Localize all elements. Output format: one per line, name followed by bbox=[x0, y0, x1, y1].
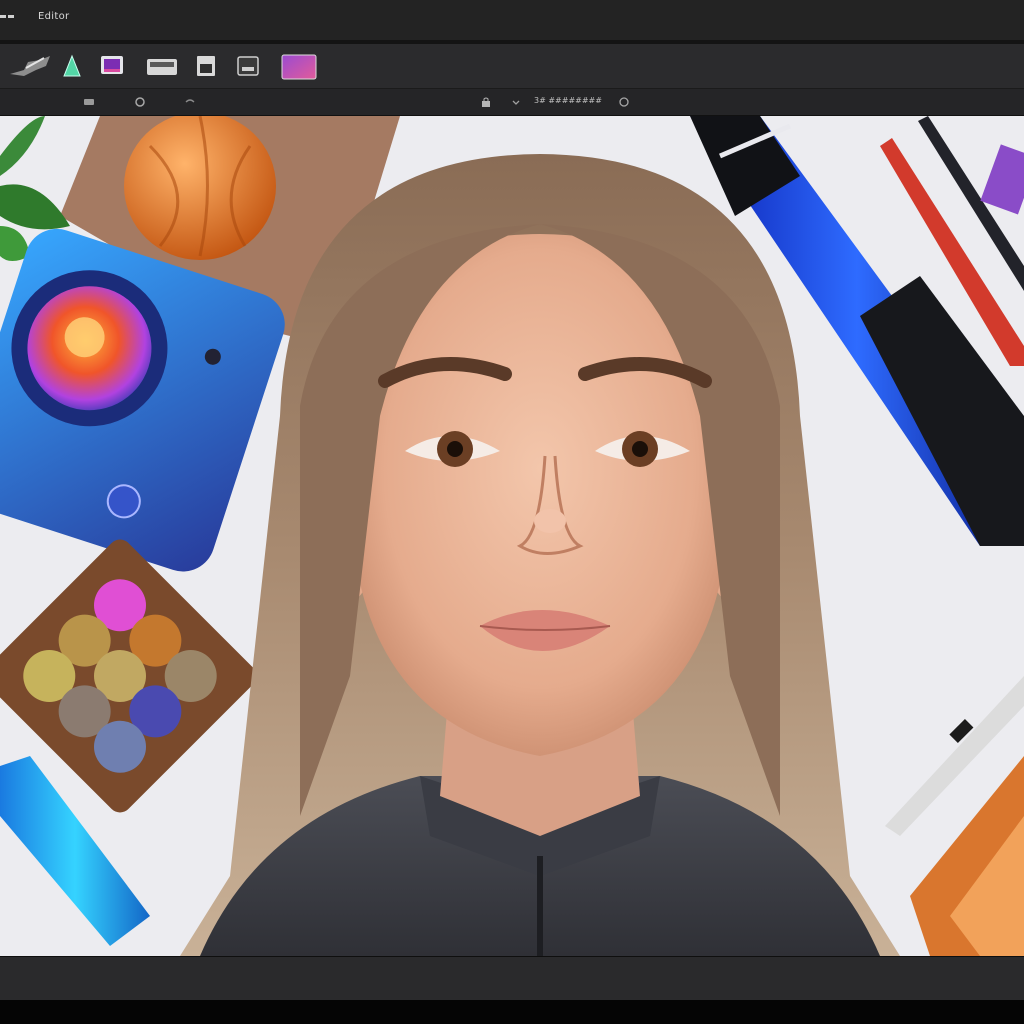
info-icon[interactable] bbox=[618, 96, 630, 108]
bottom-bezel bbox=[0, 1000, 1024, 1024]
orange-fruit bbox=[124, 116, 276, 260]
options-bar: 3# ######## bbox=[0, 89, 1024, 116]
grid-icon[interactable] bbox=[83, 96, 95, 108]
title-bar: Editor bbox=[0, 0, 1024, 40]
undo-icon[interactable] bbox=[184, 96, 196, 108]
brush-tool-icon bbox=[10, 56, 50, 76]
shape-tool-icon bbox=[63, 54, 81, 77]
window-title: Editor bbox=[38, 11, 70, 22]
document-tool-button[interactable] bbox=[190, 50, 222, 82]
zoom-level[interactable]: 3# ######## bbox=[534, 96, 602, 105]
window-controls-icon[interactable] bbox=[0, 12, 18, 22]
gallery-tool-button[interactable] bbox=[280, 50, 318, 82]
canvas-area[interactable] bbox=[0, 116, 1024, 956]
image-tool-button[interactable] bbox=[96, 50, 128, 82]
chevron-down-icon[interactable] bbox=[510, 96, 522, 108]
brush-tool-button[interactable] bbox=[6, 50, 54, 82]
image-tool-icon bbox=[101, 56, 123, 74]
settings-icon[interactable] bbox=[134, 96, 146, 108]
layer-tool-icon bbox=[147, 59, 177, 75]
export-tool-icon bbox=[237, 56, 259, 76]
document-tool-icon bbox=[197, 56, 215, 76]
lock-icon[interactable] bbox=[480, 96, 492, 108]
gallery-tool-icon bbox=[281, 54, 317, 80]
main-toolbar bbox=[0, 44, 1024, 89]
status-bar bbox=[0, 956, 1024, 1001]
layer-tool-button[interactable] bbox=[144, 50, 177, 82]
artwork-canvas[interactable] bbox=[0, 116, 1024, 956]
shape-tool-button[interactable] bbox=[56, 50, 88, 82]
export-tool-button[interactable] bbox=[232, 50, 264, 82]
